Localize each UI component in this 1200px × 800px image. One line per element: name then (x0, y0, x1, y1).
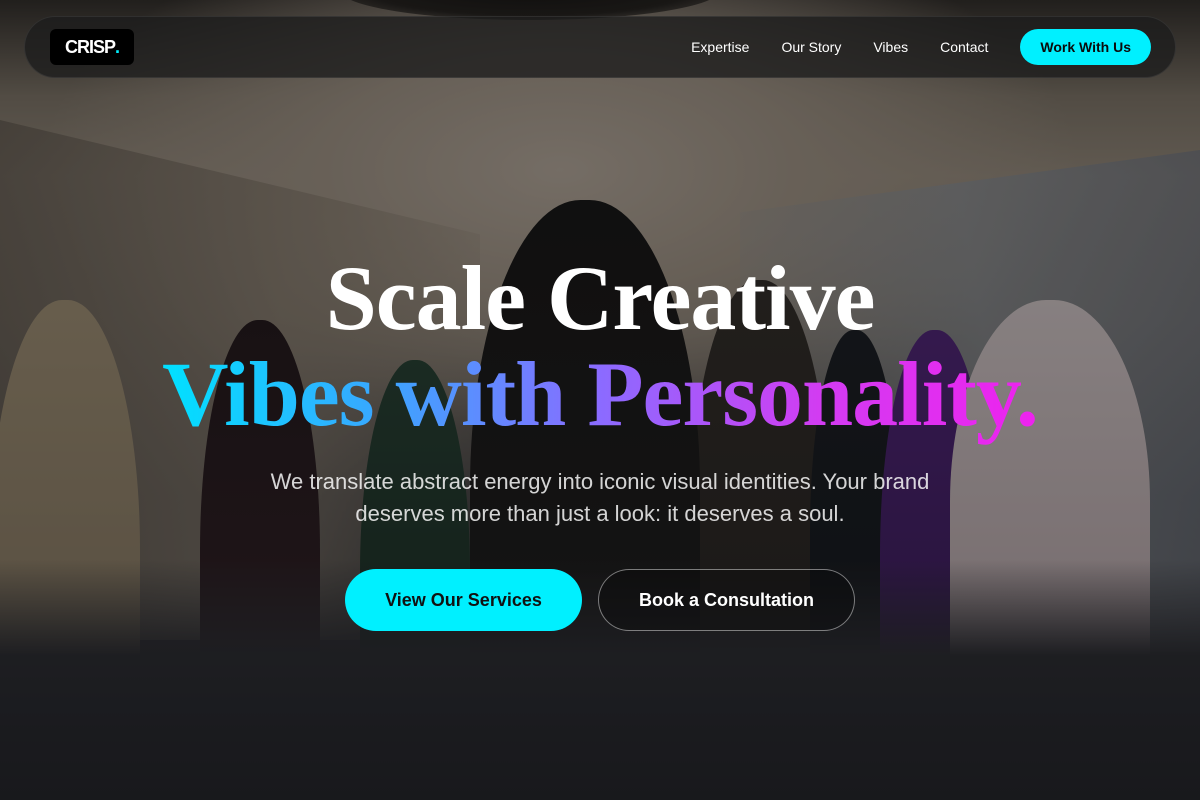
book-consultation-button[interactable]: Book a Consultation (598, 569, 855, 631)
top-navigation-bar: CRISP. Expertise Our Story Vibes Contact… (24, 16, 1176, 78)
work-with-us-button[interactable]: Work With Us (1020, 29, 1151, 65)
nav-links: Expertise Our Story Vibes Contact Work W… (691, 29, 1151, 65)
nav-link-expertise[interactable]: Expertise (691, 39, 749, 55)
hero-headline-line-2: Vibes with Personality. (0, 344, 1200, 444)
brand-logo-text: CRISP (65, 36, 116, 57)
nav-link-vibes[interactable]: Vibes (873, 39, 908, 55)
brand-logo[interactable]: CRISP. (50, 29, 135, 65)
nav-link-our-story[interactable]: Our Story (781, 39, 841, 55)
hero-subtext: We translate abstract energy into iconic… (270, 469, 930, 526)
view-services-button[interactable]: View Our Services (345, 569, 582, 631)
hero-button-row: View Our Services Book a Consultation (0, 569, 1200, 631)
hero-headline-gradient-text: Vibes with Personality. (162, 343, 1039, 445)
brand-logo-dot: . (115, 36, 120, 57)
nav-link-contact[interactable]: Contact (940, 39, 988, 55)
hero-headline-line-1: Scale Creative (325, 247, 876, 349)
